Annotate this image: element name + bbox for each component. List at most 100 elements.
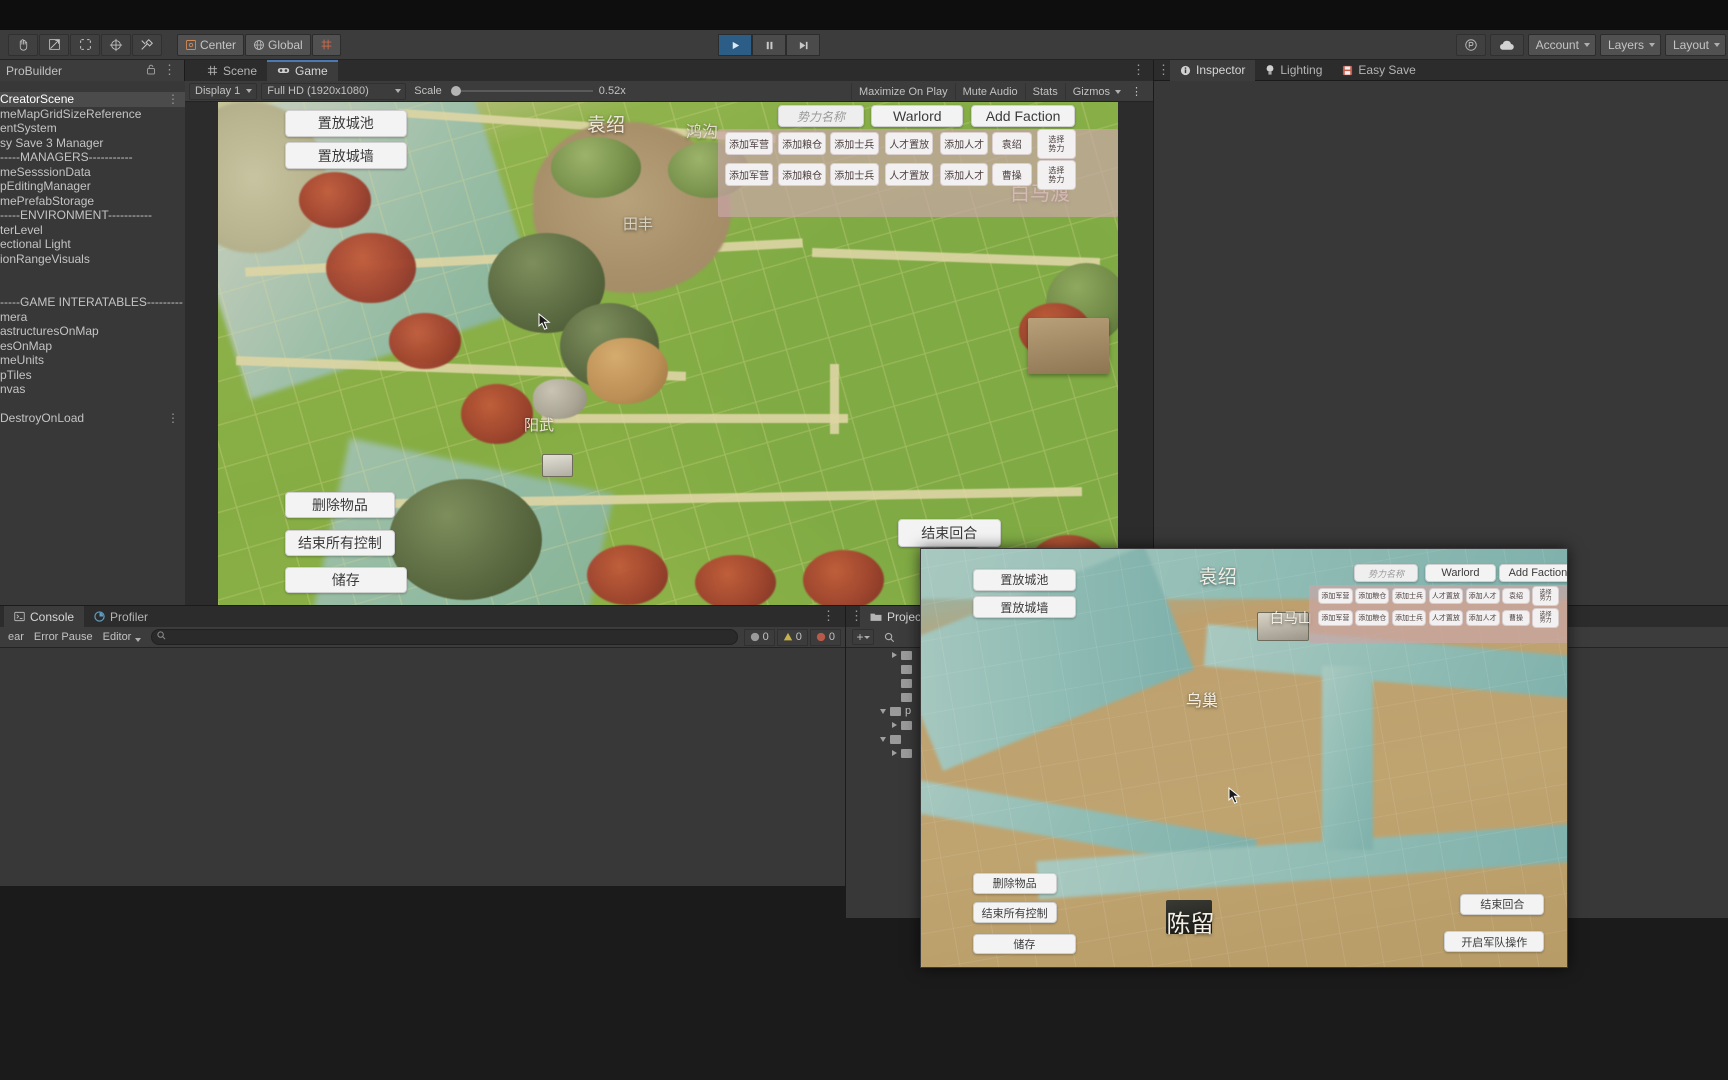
fw-warlord-button[interactable]: Warlord bbox=[1424, 564, 1496, 583]
chevron-down-icon[interactable] bbox=[880, 708, 886, 714]
faction-action-button[interactable]: 添加粮仓 bbox=[777, 162, 827, 186]
scale-slider[interactable] bbox=[448, 83, 593, 100]
delete-item-button[interactable]: 删除物品 bbox=[284, 491, 396, 518]
hierarchy-item[interactable]: astructuresOnMap bbox=[0, 324, 185, 339]
select-faction-button[interactable]: 选择 势力 bbox=[1037, 128, 1076, 159]
cloud-button[interactable] bbox=[1489, 34, 1524, 56]
hierarchy-item[interactable]: esOnMap bbox=[0, 339, 185, 354]
console-menu-icon[interactable]: ⋮ bbox=[822, 608, 835, 624]
fw-select-faction-button[interactable]: 选择 势力 bbox=[1532, 586, 1560, 607]
end-all-control-button[interactable]: 结束所有控制 bbox=[284, 529, 396, 556]
tab-console[interactable]: Console bbox=[4, 606, 85, 627]
hierarchy-item[interactable]: -----ENVIRONMENT----------- bbox=[0, 208, 185, 223]
hierarchy-item[interactable]: CreatorScene ⋮ bbox=[0, 92, 185, 107]
chevron-right-icon[interactable] bbox=[892, 750, 897, 756]
resolution-dropdown[interactable]: Full HD (1920x1080) bbox=[261, 82, 407, 100]
account-button[interactable]: Account bbox=[1527, 34, 1596, 56]
faction-name-input[interactable]: 势力名称 bbox=[777, 105, 865, 128]
fw-faction-action-button[interactable]: 添加军营 bbox=[1318, 587, 1353, 605]
faction-action-button[interactable]: 添加士兵 bbox=[830, 162, 879, 186]
hierarchy-item[interactable]: ionRangeVisuals bbox=[0, 252, 185, 267]
maximize-on-play-button[interactable]: Maximize On Play bbox=[850, 83, 955, 100]
fw-faction-action-button[interactable]: 人才置放 bbox=[1428, 587, 1463, 605]
faction-action-button[interactable]: 添加军营 bbox=[724, 162, 774, 186]
faction-action-button[interactable]: 添加人才 bbox=[939, 131, 989, 155]
hierarchy-item[interactable] bbox=[0, 266, 185, 281]
scale-slider-knob[interactable] bbox=[450, 86, 461, 96]
pause-button[interactable] bbox=[752, 34, 786, 56]
end-turn-button[interactable]: 结束回合 bbox=[897, 519, 1001, 547]
tab-easy-save[interactable]: Easy Save bbox=[1332, 60, 1425, 81]
faction-action-button[interactable]: 添加军营 bbox=[724, 131, 774, 155]
tab-inspector[interactable]: Inspector bbox=[1170, 59, 1256, 81]
fw-faction-name-input[interactable]: 势力名称 bbox=[1353, 564, 1419, 583]
display-dropdown[interactable]: Display 1 bbox=[189, 82, 258, 100]
hierarchy-item[interactable]: DestroyOnLoad ⋮ bbox=[0, 411, 185, 426]
project-menu-icon[interactable]: ⋮ bbox=[850, 608, 863, 624]
collab-button[interactable] bbox=[1455, 34, 1486, 56]
fw-add-faction-button[interactable]: Add Faction bbox=[1499, 564, 1567, 583]
hand-tool-button[interactable] bbox=[8, 33, 38, 56]
panel-menu-icon[interactable]: ⋮ bbox=[163, 62, 176, 78]
hierarchy-item[interactable]: terLevel bbox=[0, 223, 185, 238]
fw-save-button[interactable]: 储存 bbox=[972, 933, 1077, 955]
save-button[interactable]: 储存 bbox=[284, 567, 407, 594]
fw-place-city-button[interactable]: 置放城池 bbox=[972, 568, 1077, 592]
lock-icon[interactable] bbox=[146, 64, 156, 78]
stats-button[interactable]: Stats bbox=[1024, 83, 1065, 100]
pivot-mode-button[interactable]: Center bbox=[177, 33, 245, 56]
fw-faction-action-button[interactable]: 添加士兵 bbox=[1391, 587, 1427, 605]
hierarchy-item[interactable]: -----MANAGERS----------- bbox=[0, 150, 185, 165]
fw-delete-item-button[interactable]: 删除物品 bbox=[972, 872, 1057, 894]
hierarchy-item[interactable]: mePrefabStorage bbox=[0, 194, 185, 209]
hierarchy-item[interactable]: sy Save 3 Manager bbox=[0, 136, 185, 151]
chevron-right-icon[interactable] bbox=[892, 652, 897, 658]
faction-tag-button[interactable]: 袁绍 bbox=[992, 131, 1032, 155]
play-button[interactable] bbox=[718, 34, 752, 56]
faction-action-button[interactable]: 添加粮仓 bbox=[777, 131, 827, 155]
hierarchy-tree[interactable]: CreatorScene ⋮ meMapGridSizeReference entSy… bbox=[0, 81, 185, 605]
hierarchy-item[interactable] bbox=[0, 397, 185, 412]
tab-game[interactable]: Game bbox=[267, 60, 338, 81]
hierarchy-item[interactable]: meSesssionData bbox=[0, 165, 185, 180]
fw-faction-action-button[interactable]: 添加粮仓 bbox=[1355, 610, 1390, 627]
hierarchy-item-menu-icon[interactable]: ⋮ bbox=[167, 92, 179, 107]
game-view-extra-menu[interactable]: ⋮ bbox=[1124, 83, 1149, 100]
console-search-input[interactable] bbox=[151, 629, 738, 645]
floating-game-window[interactable]: 袁绍 白马山 乌巢 陈留 置放城池 置放城墙 删除物品 结束所有控制 储存 结束… bbox=[920, 548, 1568, 968]
tab-profiler[interactable]: Profiler bbox=[84, 606, 158, 627]
fw-place-wall-button[interactable]: 置放城墙 bbox=[972, 595, 1077, 619]
inspector-menu-icon[interactable]: ⋮ bbox=[1157, 62, 1170, 78]
handle-mode-button[interactable]: Global bbox=[245, 33, 311, 56]
hierarchy-item[interactable]: nvas bbox=[0, 382, 185, 397]
chevron-right-icon[interactable] bbox=[892, 722, 897, 728]
hierarchy-item[interactable]: ectional Light bbox=[0, 237, 185, 252]
place-city-button[interactable]: 置放城池 bbox=[284, 109, 407, 137]
select-faction-button[interactable]: 选择 势力 bbox=[1037, 159, 1076, 191]
fw-end-all-control-button[interactable]: 结束所有控制 bbox=[972, 902, 1057, 924]
fw-select-faction-button[interactable]: 选择 势力 bbox=[1532, 608, 1560, 629]
fw-faction-action-button[interactable]: 添加粮仓 bbox=[1355, 587, 1390, 605]
tab-lighting[interactable]: Lighting bbox=[1255, 60, 1332, 81]
fw-open-army-ops-button[interactable]: 开启军队操作 bbox=[1444, 931, 1545, 953]
project-search-button[interactable] bbox=[878, 629, 900, 645]
hierarchy-item-menu-icon[interactable]: ⋮ bbox=[167, 411, 179, 426]
place-wall-button[interactable]: 置放城墙 bbox=[284, 142, 407, 170]
hierarchy-item[interactable]: mera bbox=[0, 310, 185, 325]
hierarchy-item[interactable]: pEditingManager bbox=[0, 179, 185, 194]
faction-action-button[interactable]: 人才置放 bbox=[884, 131, 934, 155]
warlord-button[interactable]: Warlord bbox=[871, 105, 964, 128]
fw-faction-tag-button[interactable]: 曹操 bbox=[1502, 610, 1530, 627]
layout-button[interactable]: Layout bbox=[1664, 34, 1726, 56]
error-pause-button[interactable]: Error Pause bbox=[30, 631, 97, 643]
fw-faction-action-button[interactable]: 人才置放 bbox=[1428, 610, 1463, 627]
hierarchy-item[interactable]: meUnits bbox=[0, 353, 185, 368]
add-asset-button[interactable]: + bbox=[852, 629, 874, 645]
chevron-down-icon[interactable] bbox=[880, 736, 886, 742]
custom-tool-button[interactable] bbox=[132, 33, 162, 56]
mute-audio-button[interactable]: Mute Audio bbox=[954, 83, 1025, 100]
fw-end-turn-button[interactable]: 结束回合 bbox=[1460, 893, 1545, 915]
fw-faction-action-button[interactable]: 添加士兵 bbox=[1391, 610, 1427, 627]
fw-faction-action-button[interactable]: 添加军营 bbox=[1318, 610, 1353, 627]
step-button[interactable] bbox=[786, 34, 820, 56]
